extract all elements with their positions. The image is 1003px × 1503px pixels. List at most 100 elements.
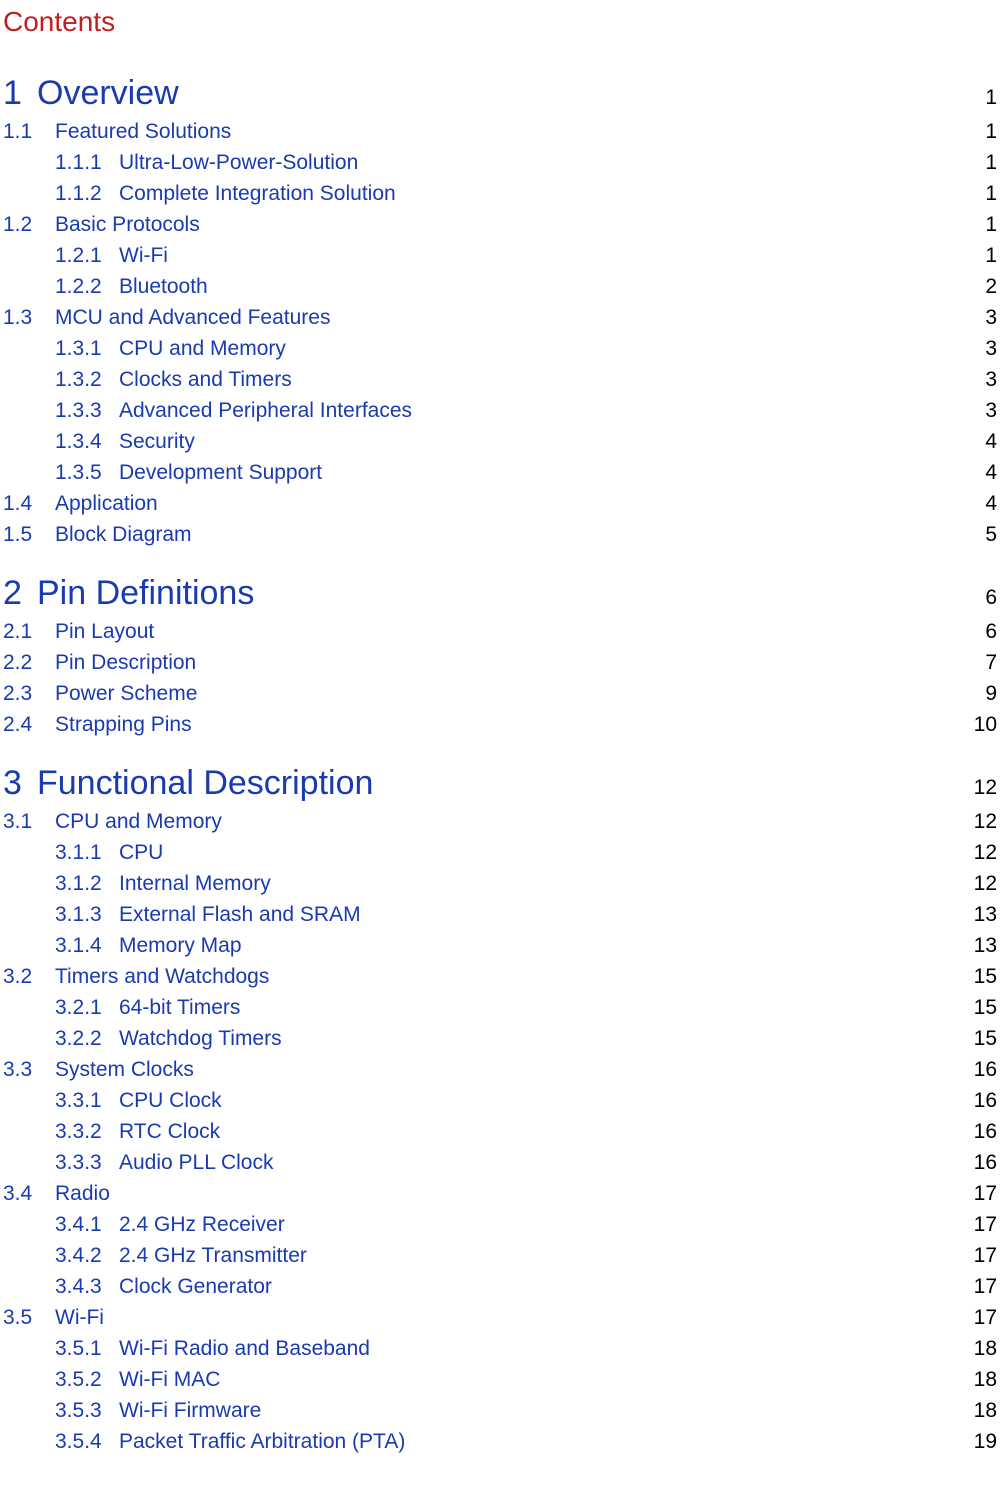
toc-subsection-row[interactable]: 3.1.3External Flash and SRAM13 [3,899,1000,930]
toc-subsection-row[interactable]: 3.3.1CPU Clock16 [3,1085,1000,1116]
toc-subsection-row[interactable]: 3.4.22.4 GHz Transmitter17 [3,1240,1000,1271]
toc-subsection-row[interactable]: 3.2.2Watchdog Timers15 [3,1023,1000,1054]
toc-subsection-number: 3.5.3 [55,1399,119,1423]
toc-subsection-page: 16 [974,1089,1000,1113]
toc-section-row[interactable]: 3.1CPU and Memory12 [3,806,1000,837]
toc-section-number: 1.1 [3,120,55,144]
toc-subsection-row[interactable]: 1.1.2Complete Integration Solution1 [3,178,1000,209]
toc-chapter-title: Overview [37,74,985,113]
table-of-contents: 1Overview11.1Featured Solutions11.1.1Ult… [3,70,1000,1457]
toc-section-page: 3 [985,306,1000,330]
toc-section-number: 3.1 [3,810,55,834]
toc-subsection-row[interactable]: 1.1.1Ultra-Low-Power-Solution1 [3,147,1000,178]
toc-subsection-page: 1 [985,244,1000,268]
toc-subsection-row[interactable]: 3.5.1Wi-Fi Radio and Baseband18 [3,1333,1000,1364]
toc-subsection-number: 1.3.5 [55,461,119,485]
toc-chapter-block: 1Overview11.1Featured Solutions11.1.1Ult… [3,70,1000,550]
toc-subsection-row[interactable]: 3.1.4Memory Map13 [3,930,1000,961]
toc-subsection-title: Internal Memory [119,872,974,896]
toc-subsection-page: 4 [985,430,1000,454]
toc-section-row[interactable]: 3.2Timers and Watchdogs15 [3,961,1000,992]
toc-subsection-row[interactable]: 3.3.3Audio PLL Clock16 [3,1147,1000,1178]
toc-subsection-title: 64-bit Timers [119,996,974,1020]
toc-section-row[interactable]: 1.5Block Diagram5 [3,519,1000,550]
toc-section-number: 2.2 [3,651,55,675]
toc-section-number: 3.5 [3,1306,55,1330]
toc-section-row[interactable]: 3.5Wi-Fi17 [3,1302,1000,1333]
toc-subsection-page: 18 [974,1368,1000,1392]
toc-section-row[interactable]: 1.2Basic Protocols1 [3,209,1000,240]
toc-chapter-title: Functional Description [37,764,974,803]
toc-section-title: Application [55,492,985,516]
toc-subsection-title: Ultra-Low-Power-Solution [119,151,985,175]
toc-section-row[interactable]: 2.4Strapping Pins10 [3,709,1000,740]
toc-subsection-page: 13 [974,903,1000,927]
toc-subsection-number: 3.4.2 [55,1244,119,1268]
toc-chapter-page: 1 [985,86,1000,110]
toc-subsection-row[interactable]: 1.3.1CPU and Memory3 [3,333,1000,364]
toc-subsection-title: Memory Map [119,934,974,958]
toc-subsection-number: 3.3.1 [55,1089,119,1113]
toc-section-number: 3.2 [3,965,55,989]
toc-section-row[interactable]: 1.4Application4 [3,488,1000,519]
toc-subsection-number: 3.5.1 [55,1337,119,1361]
toc-section-row[interactable]: 2.2Pin Description7 [3,647,1000,678]
toc-subsection-title: RTC Clock [119,1120,974,1144]
toc-chapter-row[interactable]: 3Functional Description12 [3,760,1000,806]
toc-section-title: CPU and Memory [55,810,974,834]
toc-subsection-row[interactable]: 3.4.3Clock Generator17 [3,1271,1000,1302]
toc-subsection-row[interactable]: 1.2.2Bluetooth2 [3,271,1000,302]
toc-chapter-number: 3 [3,764,37,803]
toc-subsection-row[interactable]: 3.1.1CPU12 [3,837,1000,868]
toc-subsection-page: 17 [974,1213,1000,1237]
toc-subsection-title: Development Support [119,461,985,485]
toc-subsection-number: 3.4.3 [55,1275,119,1299]
toc-subsection-title: Audio PLL Clock [119,1151,974,1175]
toc-subsection-number: 3.1.3 [55,903,119,927]
toc-subsection-row[interactable]: 3.4.12.4 GHz Receiver17 [3,1209,1000,1240]
toc-subsection-number: 3.2.1 [55,996,119,1020]
toc-section-row[interactable]: 3.3System Clocks16 [3,1054,1000,1085]
toc-chapter-number: 2 [3,574,37,613]
toc-section-title: Timers and Watchdogs [55,965,974,989]
toc-subsection-page: 1 [985,151,1000,175]
toc-section-row[interactable]: 1.1Featured Solutions1 [3,116,1000,147]
toc-section-row[interactable]: 1.3MCU and Advanced Features3 [3,302,1000,333]
toc-section-title: System Clocks [55,1058,974,1082]
toc-subsection-row[interactable]: 1.3.5Development Support4 [3,457,1000,488]
toc-subsection-row[interactable]: 1.2.1Wi-Fi1 [3,240,1000,271]
toc-section-page: 9 [985,682,1000,706]
toc-subsection-title: CPU [119,841,974,865]
toc-section-number: 2.1 [3,620,55,644]
toc-subsection-row[interactable]: 3.3.2RTC Clock16 [3,1116,1000,1147]
toc-subsection-title: Wi-Fi Firmware [119,1399,974,1423]
toc-section-row[interactable]: 2.3Power Scheme9 [3,678,1000,709]
toc-subsection-row[interactable]: 3.5.2Wi-Fi MAC18 [3,1364,1000,1395]
toc-section-page: 7 [985,651,1000,675]
toc-chapter-title: Pin Definitions [37,574,985,613]
toc-subsection-row[interactable]: 3.5.3Wi-Fi Firmware18 [3,1395,1000,1426]
toc-section-page: 15 [974,965,1000,989]
toc-subsection-title: 2.4 GHz Receiver [119,1213,974,1237]
toc-subsection-number: 3.4.1 [55,1213,119,1237]
toc-chapter-row[interactable]: 1Overview1 [3,70,1000,116]
toc-section-row[interactable]: 3.4Radio17 [3,1178,1000,1209]
toc-subsection-row[interactable]: 1.3.4Security4 [3,426,1000,457]
toc-subsection-page: 18 [974,1399,1000,1423]
toc-subsection-page: 2 [985,275,1000,299]
toc-section-number: 2.4 [3,713,55,737]
toc-section-page: 16 [974,1058,1000,1082]
toc-subsection-title: Packet Traffic Arbitration (PTA) [119,1430,974,1454]
toc-subsection-row[interactable]: 3.2.164-bit Timers15 [3,992,1000,1023]
toc-subsection-row[interactable]: 1.3.2Clocks and Timers3 [3,364,1000,395]
toc-section-page: 17 [974,1306,1000,1330]
toc-subsection-number: 1.2.2 [55,275,119,299]
toc-subsection-page: 13 [974,934,1000,958]
toc-subsection-row[interactable]: 3.5.4Packet Traffic Arbitration (PTA)19 [3,1426,1000,1457]
toc-section-row[interactable]: 2.1Pin Layout6 [3,616,1000,647]
toc-chapter-row[interactable]: 2Pin Definitions6 [3,570,1000,616]
toc-subsection-number: 3.1.1 [55,841,119,865]
toc-subsection-row[interactable]: 1.3.3Advanced Peripheral Interfaces3 [3,395,1000,426]
toc-subsection-title: Wi-Fi [119,244,985,268]
toc-subsection-row[interactable]: 3.1.2Internal Memory12 [3,868,1000,899]
